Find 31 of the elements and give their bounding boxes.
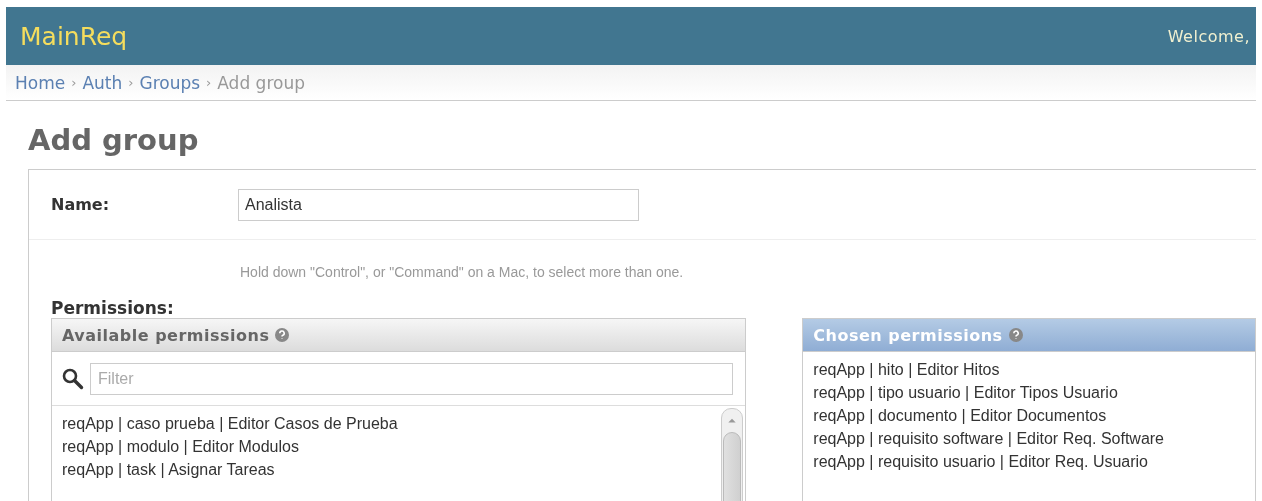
name-field[interactable]: Analista [238,188,639,221]
permission-option[interactable]: reqApp | modulo | Editor Modulos [62,435,722,458]
breadcrumb-separator: › [71,75,77,90]
breadcrumb-current: Add group [217,72,305,93]
site-brand: MainReq [20,21,128,51]
breadcrumb-separator: › [206,75,212,90]
permission-option[interactable]: reqApp | documento | Editor Documentos [813,404,1255,427]
scroll-up-arrow-icon[interactable] [727,417,738,425]
filter-field[interactable]: Filter [90,362,734,395]
permission-option[interactable]: reqApp | task | Asignar Tareas [62,458,722,481]
welcome-text: Welcome, [1167,26,1250,46]
chosen-permissions-title: Chosen permissions [813,325,1003,345]
permission-option[interactable]: reqApp | tipo usuario | Editor Tipos Usuario [813,381,1255,404]
search-icon [62,367,84,390]
breadcrumb-link[interactable]: Auth [82,72,123,93]
help-text: Hold down "Control", or "Command" on a Mac, to select more than one. [240,264,685,280]
permission-option[interactable]: reqApp | caso prueba | Editor Casos de Prueba [62,412,722,435]
permissions-label: Permissions: [51,298,175,318]
breadcrumb-link[interactable]: Home [15,72,66,93]
breadcrumb-link[interactable]: Groups [139,72,201,93]
breadcrumb-separator: › [128,75,134,90]
permission-option[interactable]: reqApp | requisito usuario | Editor Req. Usuario [813,450,1255,473]
name-label: Name: [51,195,111,214]
available-permissions-list[interactable]: reqApp | caso prueba | Editor Casos de Prueba reqApp | modulo | Editor Modulos reqApp | task | Asignar Tareas [62,406,722,501]
available-permissions-title: Available permissions [62,325,270,345]
help-icon[interactable] [1008,328,1023,342]
page-title: Add group [28,123,200,157]
permission-option[interactable]: reqApp | hito | Editor Hitos [813,358,1255,381]
permission-option[interactable]: reqApp | requisito software | Editor Req. Software [813,427,1255,450]
help-icon[interactable] [275,328,290,342]
scrollbar[interactable] [721,408,744,501]
